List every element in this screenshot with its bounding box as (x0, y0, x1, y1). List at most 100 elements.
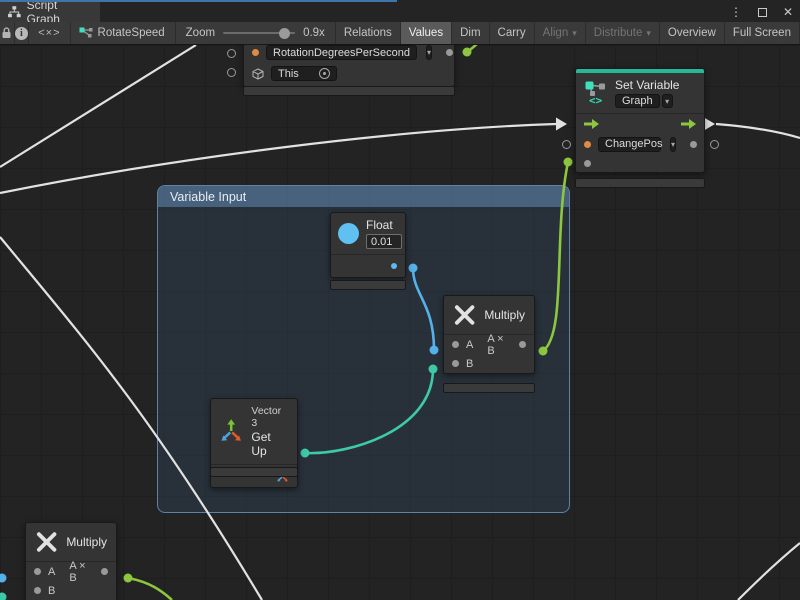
port-a-label: A (48, 566, 55, 578)
node-title: Set Variable (615, 78, 679, 92)
variable-name-dropdown[interactable]: ChangePos (598, 137, 661, 152)
chevron-down-icon[interactable] (662, 94, 673, 108)
port-b-label: B (48, 585, 55, 597)
zoom-label: Zoom (186, 27, 215, 39)
port-b-input[interactable] (34, 587, 41, 594)
graph-toolbar: i <×> RotateSpeed Zoom 0.9x Relations Va… (0, 22, 800, 45)
group-title: Variable Input (170, 190, 246, 204)
port-out-label: A × B (487, 333, 512, 357)
info-button[interactable]: i (15, 22, 30, 44)
node-footer (443, 383, 535, 393)
wire-endpoint-green (463, 48, 472, 57)
variable-name-dropdown[interactable]: RotationDegreesPerSecond (266, 45, 417, 60)
zoom-control: Zoom 0.9x (176, 22, 336, 44)
code-view-button[interactable]: <×> (29, 22, 70, 44)
port-b-label: B (466, 358, 473, 370)
close-icon[interactable]: ✕ (780, 4, 796, 20)
node-footer (330, 280, 406, 290)
zoom-slider[interactable] (223, 32, 295, 34)
maximize-glyph (758, 8, 767, 17)
wire-green-getvariable-out (467, 45, 482, 52)
group-header[interactable]: Variable Input (158, 186, 569, 207)
flow-out-arrow-icon[interactable] (681, 119, 696, 129)
toolbar-button-relations[interactable]: Relations (336, 22, 401, 44)
info-icon: i (15, 27, 28, 40)
wire-white-into-setvariable (0, 124, 556, 193)
wire-green-bottom-multiply-out (128, 578, 172, 600)
port-a-input[interactable] (452, 341, 459, 348)
node-multiply[interactable]: Multiply A A × B B (443, 295, 535, 374)
float-value-input[interactable]: 0.01 (366, 234, 402, 249)
node-footer (243, 86, 455, 96)
wire-white-topleft (0, 45, 196, 167)
port-variable-name[interactable] (252, 49, 259, 56)
wire-white-bottomright (738, 543, 800, 600)
zoom-value: 0.9x (303, 27, 325, 39)
svg-text:<>: <> (589, 94, 603, 105)
node-get-variable[interactable]: RotationDegreesPerSecond This (243, 45, 455, 87)
port-a-input[interactable] (34, 568, 41, 575)
chevron-down-icon[interactable] (426, 45, 432, 60)
port-value-output[interactable] (446, 49, 453, 56)
tab-strip: Script Graph ⋮ ✕ (0, 0, 800, 22)
toolbar-button-carry[interactable]: Carry (490, 22, 535, 44)
flow-in-arrow-icon[interactable] (584, 119, 599, 129)
wire-endpoint-green (124, 574, 133, 583)
node-set-variable[interactable]: <> Set Variable Graph (575, 68, 705, 173)
graph-tree-icon (8, 6, 21, 18)
set-variable-icon: <> (585, 81, 607, 105)
port-value-output[interactable] (690, 141, 697, 148)
flow-output-triangle[interactable] (704, 118, 715, 131)
wire-endpoint-blue-edge (0, 574, 7, 583)
port-ring[interactable] (227, 49, 236, 58)
port-ring[interactable] (562, 140, 571, 149)
target-object-label: This (278, 68, 299, 80)
multiply-icon (35, 530, 58, 554)
gameobject-cube-icon (252, 68, 264, 80)
port-variable-name[interactable] (584, 141, 591, 148)
toolbar-button-align[interactable]: Align (535, 22, 586, 44)
graph-canvas[interactable]: Variable Input (0, 45, 800, 600)
flow-input-triangle[interactable] (556, 118, 567, 131)
focus-accent-line (0, 0, 397, 2)
port-a-label: A (466, 339, 473, 351)
window-controls: ⋮ ✕ (728, 2, 796, 22)
port-out-label: A × B (69, 560, 94, 584)
script-graph-window: Script Graph ⋮ ✕ i <×> (0, 0, 800, 600)
menu-icon[interactable]: ⋮ (728, 4, 744, 20)
variable-scope-dropdown[interactable]: Graph (615, 94, 660, 108)
node-footer (210, 467, 298, 477)
lock-button[interactable] (0, 22, 15, 44)
graph-node-icon (79, 27, 93, 39)
float-type-icon (338, 223, 359, 244)
maximize-icon[interactable] (754, 4, 770, 20)
node-multiply-2[interactable]: Multiply A A × B B (25, 522, 117, 600)
zoom-slider-handle[interactable] (279, 28, 290, 39)
toolbar-button-values[interactable]: Values (401, 22, 452, 44)
port-float-output[interactable] (391, 263, 397, 269)
wire-endpoint-green (564, 158, 573, 167)
toolbar-button-fullscreen[interactable]: Full Screen (725, 22, 800, 44)
port-ring[interactable] (710, 140, 719, 149)
graph-name: RotateSpeed (98, 27, 165, 39)
graph-breadcrumb[interactable]: RotateSpeed (71, 22, 176, 44)
toolbar-button-distribute[interactable]: Distribute (586, 22, 660, 44)
object-picker-icon[interactable] (319, 68, 330, 79)
node-float[interactable]: Float 0.01 (330, 212, 406, 278)
port-result-output[interactable] (101, 568, 108, 575)
port-result-output[interactable] (519, 341, 526, 348)
node-title: Get Up (251, 430, 289, 458)
toolbar-button-dim[interactable]: Dim (452, 22, 489, 44)
port-value-input[interactable] (584, 160, 591, 167)
multiply-icon (453, 303, 476, 327)
wire-white-out-setvariable (716, 124, 800, 138)
port-ring[interactable] (227, 68, 236, 77)
toolbar-button-overview[interactable]: Overview (660, 22, 725, 44)
code-icon: <×> (38, 27, 60, 39)
chevron-down-icon[interactable] (670, 137, 676, 152)
port-b-input[interactable] (452, 360, 459, 367)
target-object-field[interactable]: This (271, 66, 337, 81)
node-title: Multiply (484, 308, 525, 322)
node-type-label: Vector 3 (251, 405, 289, 429)
tab-script-graph[interactable]: Script Graph (0, 2, 100, 22)
